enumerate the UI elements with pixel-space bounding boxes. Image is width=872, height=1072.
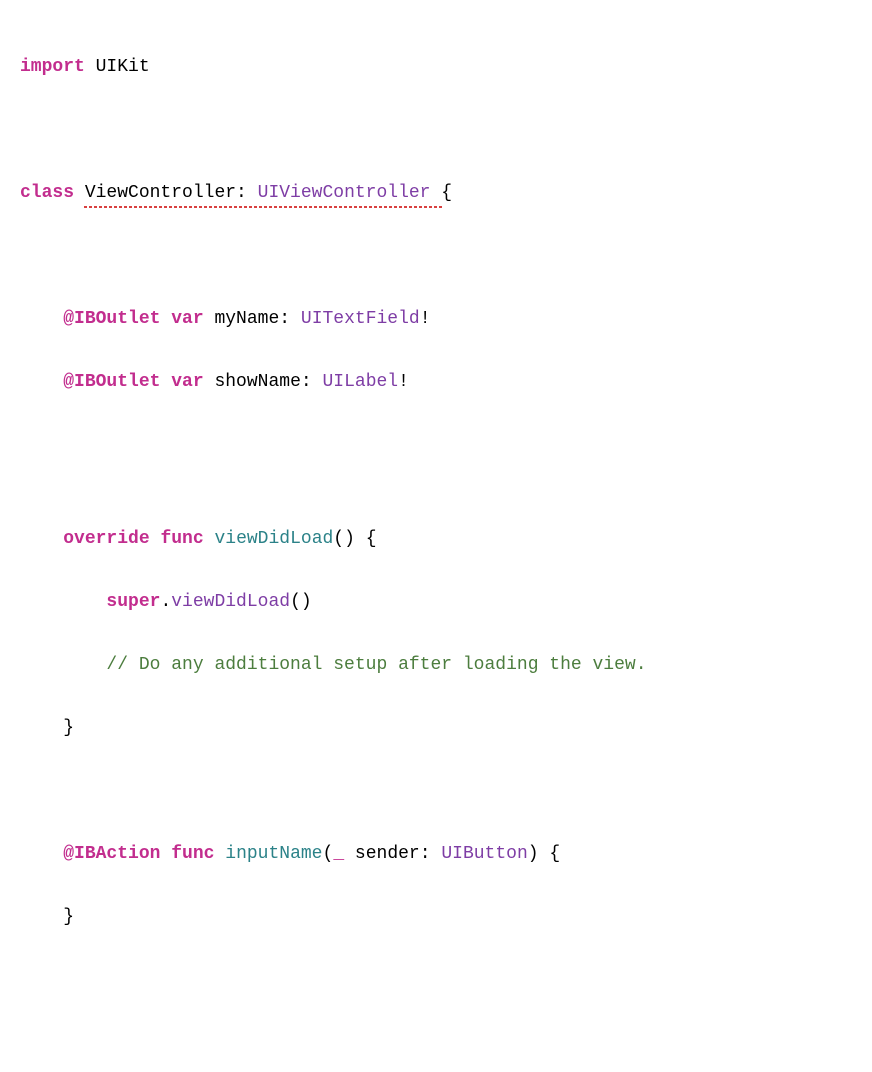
indent <box>20 718 63 738</box>
dot: . <box>160 592 171 612</box>
keyword-class: class <box>20 183 74 203</box>
code-line-1: import UIKit <box>20 52 852 84</box>
class-name: ViewController <box>74 183 236 203</box>
space <box>160 309 171 329</box>
param-sender: sender: <box>344 844 441 864</box>
colon: : <box>236 183 258 203</box>
code-line-3: class ViewController: UIViewController { <box>20 178 852 210</box>
type-uitextfield: UITextField <box>301 309 420 329</box>
indent <box>20 309 63 329</box>
colon: : <box>279 309 301 329</box>
error-underline <box>84 206 442 208</box>
open-paren: ( <box>323 844 334 864</box>
indent <box>20 907 63 927</box>
open-brace: { <box>430 183 452 203</box>
keyword-func: func <box>160 529 203 549</box>
parens-brace: () { <box>333 529 376 549</box>
comment: // Do any additional setup after loading… <box>106 655 646 675</box>
identifier-uikit: UIKit <box>85 57 150 77</box>
indent <box>20 592 106 612</box>
code-line-6: @IBOutlet var showName: UILabel! <box>20 367 852 399</box>
code-line-10: // Do any additional setup after loading… <box>20 650 852 682</box>
code-line-16 <box>20 1028 852 1060</box>
code-line-2 <box>20 115 852 147</box>
keyword-var: var <box>171 372 203 392</box>
colon: : <box>301 372 323 392</box>
code-line-8: override func viewDidLoad() { <box>20 524 852 556</box>
code-line-11: } <box>20 713 852 745</box>
close-paren-brace: ) { <box>528 844 560 864</box>
close-brace: } <box>63 907 74 927</box>
property-myname: myName <box>204 309 280 329</box>
underscore: _ <box>333 844 344 864</box>
keyword-super: super <box>106 592 160 612</box>
property-showname: showName <box>204 372 301 392</box>
indent <box>20 655 106 675</box>
parens: () <box>290 592 312 612</box>
indent <box>20 372 63 392</box>
code-editor[interactable]: import UIKit class ViewController: UIVie… <box>20 20 852 1072</box>
code-line-4 <box>20 241 852 273</box>
space <box>160 844 171 864</box>
keyword-var: var <box>171 309 203 329</box>
keyword-override: override <box>63 529 149 549</box>
keyword-func: func <box>171 844 214 864</box>
code-line-13: @IBAction func inputName(_ sender: UIBut… <box>20 839 852 871</box>
bang: ! <box>420 309 431 329</box>
indent <box>20 844 63 864</box>
close-brace: } <box>63 718 74 738</box>
code-line-9: super.viewDidLoad() <box>20 587 852 619</box>
space <box>150 529 161 549</box>
code-line-12 <box>20 776 852 808</box>
attribute-iboutlet: @IBOutlet <box>63 309 160 329</box>
code-line-15 <box>20 965 852 997</box>
code-line-14: } <box>20 902 852 934</box>
type-uiviewcontroller: UIViewController <box>258 183 431 203</box>
attribute-iboutlet: @IBOutlet <box>63 372 160 392</box>
code-line-7 <box>20 461 852 493</box>
type-uibutton: UIButton <box>441 844 527 864</box>
method-inputname: inputName <box>214 844 322 864</box>
type-uilabel: UILabel <box>322 372 398 392</box>
method-viewdidload: viewDidLoad <box>171 592 290 612</box>
bang: ! <box>398 372 409 392</box>
attribute-ibaction: @IBAction <box>63 844 160 864</box>
code-line-5: @IBOutlet var myName: UITextField! <box>20 304 852 336</box>
keyword-import: import <box>20 57 85 77</box>
method-viewdidload: viewDidLoad <box>204 529 334 549</box>
indent <box>20 529 63 549</box>
space <box>160 372 171 392</box>
